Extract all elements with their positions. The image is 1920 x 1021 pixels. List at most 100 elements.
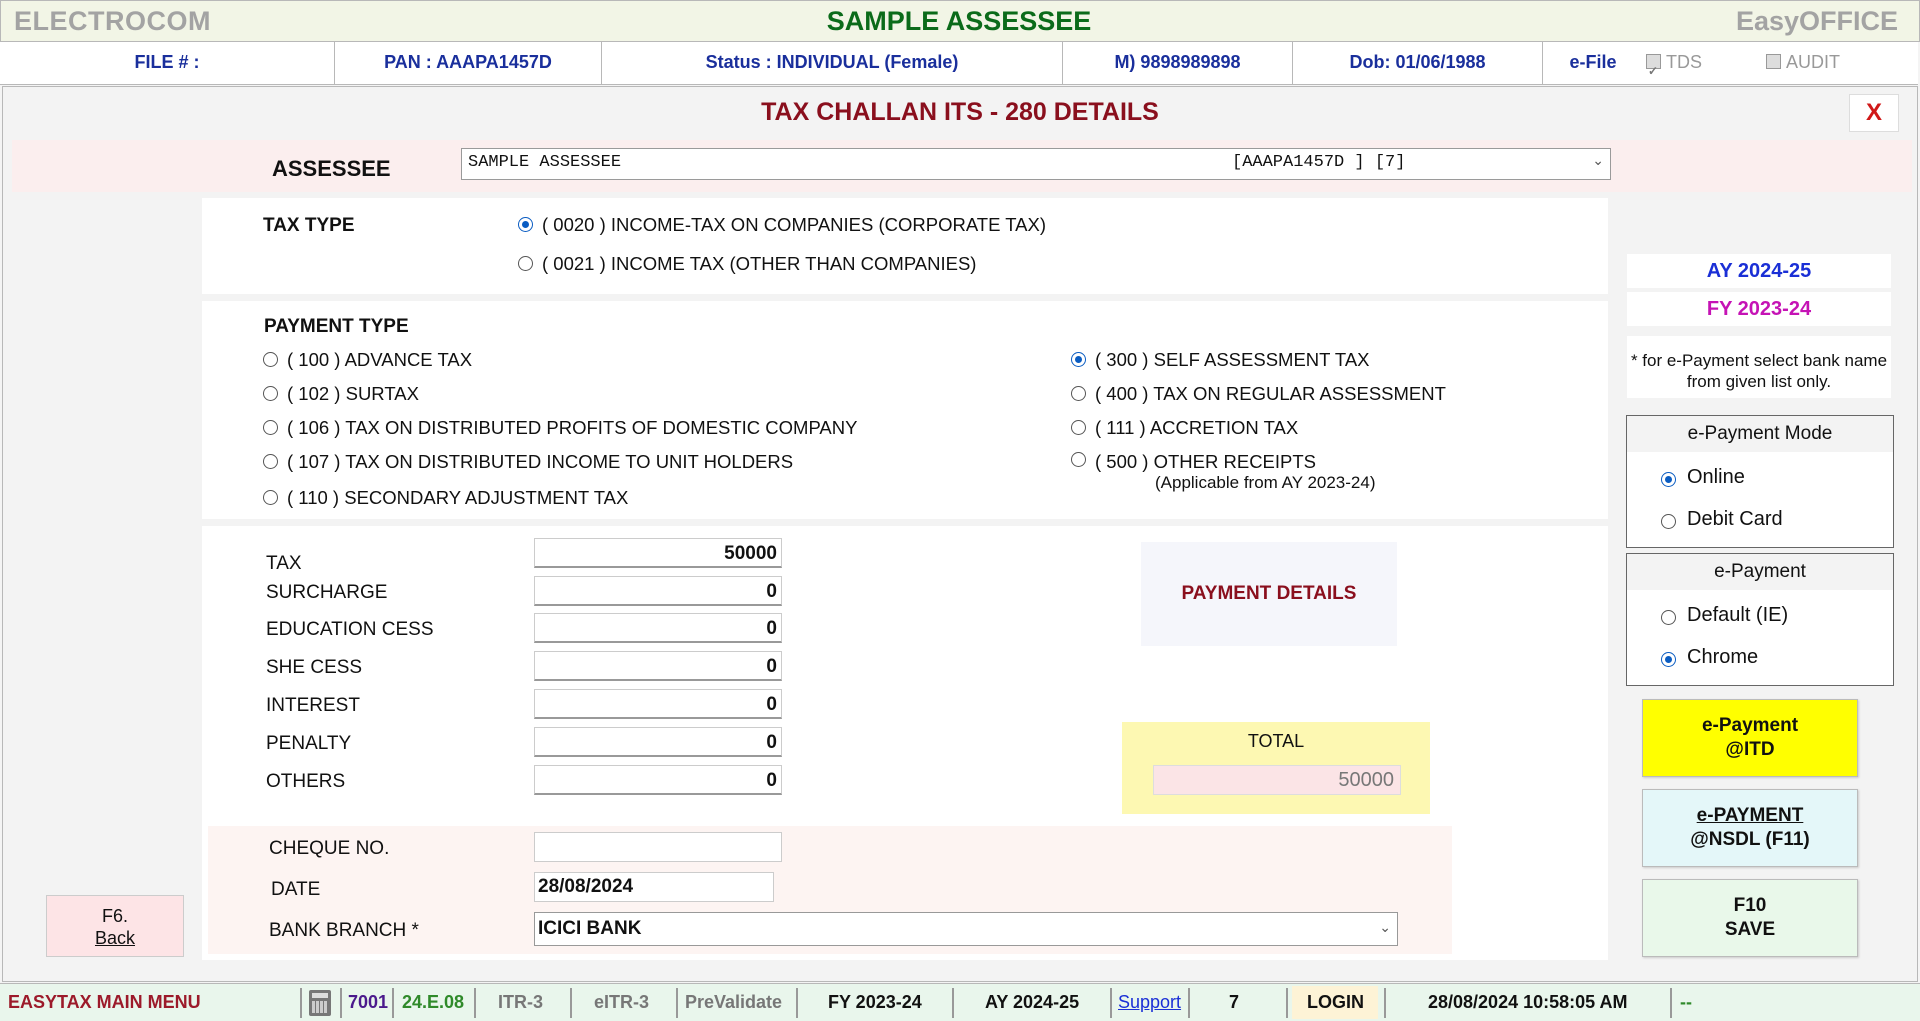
amount-label-interest: INTEREST <box>266 695 360 716</box>
save-button-key: F10 <box>1733 895 1767 916</box>
back-button[interactable]: F6. Back <box>46 895 184 957</box>
login-label: LOGIN <box>1307 992 1364 1012</box>
mode-debit-card-label[interactable]: Debit Card <box>1687 508 1783 531</box>
itr-form[interactable]: ITR-3 <box>498 984 543 1021</box>
she-cess-input[interactable]: 0 <box>534 651 782 681</box>
separator <box>340 988 342 1018</box>
status-fy: FY 2023-24 <box>828 992 922 1012</box>
epayment-mode-title: e-Payment Mode <box>1627 416 1893 452</box>
tax-type-0020-radio[interactable] <box>518 217 533 232</box>
education-cess-input[interactable]: 0 <box>534 613 782 643</box>
prevalidate-button[interactable]: PreValidate <box>685 984 782 1021</box>
tax-type-0020-label[interactable]: ( 0020 ) INCOME-TAX ON COMPANIES (CORPOR… <box>542 214 1046 236</box>
bank-branch-dropdown[interactable]: ICICI BANK ⌄ <box>534 912 1398 946</box>
back-button-key: F6. <box>101 906 128 926</box>
interest-input[interactable]: 0 <box>534 689 782 719</box>
separator <box>474 988 476 1018</box>
payment-110-radio[interactable] <box>263 490 278 505</box>
payment-107-radio[interactable] <box>263 454 278 469</box>
payment-111-radio[interactable] <box>1071 420 1086 435</box>
save-button[interactable]: F10 SAVE <box>1642 879 1858 957</box>
epayment-browser-group: e-Payment Default (IE) Chrome <box>1626 553 1894 686</box>
payment-111-label[interactable]: ( 111 ) ACCRETION TAX <box>1095 417 1298 439</box>
eitr-form[interactable]: eITR-3 <box>594 984 649 1021</box>
calculator-icon[interactable] <box>309 990 331 1016</box>
payment-500-note: (Applicable from AY 2023-24) <box>1155 473 1376 492</box>
bank-branch-label: BANK BRANCH * <box>269 920 419 941</box>
product-name: EasyOFFICE <box>1735 6 1898 36</box>
payment-100-label[interactable]: ( 100 ) ADVANCE TAX <box>287 349 472 371</box>
separator <box>1188 988 1190 1018</box>
payment-details-label: PAYMENT DETAILS <box>1181 583 1357 604</box>
total-label: TOTAL <box>1247 731 1305 751</box>
dob-info: Dob: 01/06/1988 <box>1293 42 1543 84</box>
tax-type-0021-label[interactable]: ( 0021 ) INCOME TAX (OTHER THAN COMPANIE… <box>542 253 976 275</box>
payment-106-label[interactable]: ( 106 ) TAX ON DISTRIBUTED PROFITS OF DO… <box>287 417 857 439</box>
epayment-nsdl-button[interactable]: e-PAYMENT @NSDL (F11) <box>1642 789 1858 867</box>
penalty-input[interactable]: 0 <box>534 727 782 757</box>
epayment-itd-button[interactable]: e-Payment @ITD <box>1642 699 1858 777</box>
assessee-name: SAMPLE ASSESSEE <box>468 153 622 172</box>
amount-label-education-cess: EDUCATION CESS <box>266 619 434 640</box>
total-amount: 50000 <box>1153 765 1401 795</box>
payment-102-label[interactable]: ( 102 ) SURTAX <box>287 383 419 405</box>
info-bar: FILE # : PAN : AAAPA1457D Status : INDIV… <box>0 42 1918 91</box>
others-input[interactable]: 0 <box>534 765 782 795</box>
date-label: DATE <box>271 879 321 900</box>
payment-100-radio[interactable] <box>263 352 278 367</box>
separator <box>1384 988 1386 1018</box>
back-button-label: Back <box>94 928 136 948</box>
payment-300-label[interactable]: ( 300 ) SELF ASSESSMENT TAX <box>1095 349 1370 371</box>
payment-400-label[interactable]: ( 400 ) TAX ON REGULAR ASSESSMENT <box>1095 383 1446 405</box>
surcharge-input[interactable]: 0 <box>534 576 782 606</box>
payment-107-label[interactable]: ( 107 ) TAX ON DISTRIBUTED INCOME TO UNI… <box>287 451 793 473</box>
epayment-mode-group: e-Payment Mode Online Debit Card <box>1626 415 1894 548</box>
browser-ie-radio[interactable] <box>1661 610 1676 625</box>
login-button[interactable]: LOGIN <box>1292 986 1378 1019</box>
chevron-down-icon: ⌄ <box>1379 919 1391 935</box>
mode-online-radio[interactable] <box>1661 472 1676 487</box>
date-input[interactable]: 28/08/2024 <box>534 872 774 902</box>
assessee-dropdown[interactable]: SAMPLE ASSESSEE [AAAPA1457D ] [7] ⌄ <box>461 148 1611 180</box>
epayment-itd-line2: @ITD <box>1725 739 1775 760</box>
separator <box>570 988 572 1018</box>
mobile-info: M) 9898989898 <box>1063 42 1293 84</box>
browser-ie-label[interactable]: Default (IE) <box>1687 604 1788 627</box>
main-menu-link[interactable]: EASYTAX MAIN MENU <box>8 984 201 1021</box>
status-indicator: -- <box>1680 992 1692 1012</box>
tds-checkbox[interactable]: TDS <box>1646 42 1736 91</box>
payment-102-radio[interactable] <box>263 386 278 401</box>
separator <box>1110 988 1112 1018</box>
tax-amount-input[interactable]: 50000 <box>534 538 782 568</box>
epayment-browser-title: e-Payment <box>1627 554 1893 590</box>
cheque-number-input[interactable] <box>534 832 782 862</box>
status-datetime: 28/08/2024 10:58:05 AM <box>1428 992 1628 1012</box>
epayment-nsdl-line2: @NSDL (F11) <box>1690 829 1810 850</box>
support-link[interactable]: Support <box>1118 984 1181 1021</box>
payment-110-label[interactable]: ( 110 ) SECONDARY ADJUSTMENT TAX <box>287 487 628 509</box>
amount-label-tax: TAX <box>266 553 302 574</box>
cheque-label: CHEQUE NO. <box>269 838 390 859</box>
financial-year: FY 2023-24 <box>1627 292 1891 326</box>
separator <box>952 988 954 1018</box>
mode-debit-card-radio[interactable] <box>1661 514 1676 529</box>
audit-checkbox[interactable]: AUDIT <box>1766 42 1876 84</box>
payment-400-radio[interactable] <box>1071 386 1086 401</box>
payment-500-label[interactable]: ( 500 ) OTHER RECEIPTS <box>1095 451 1316 473</box>
assessment-year: AY 2024-25 <box>1627 254 1891 288</box>
payment-106-radio[interactable] <box>263 420 278 435</box>
payment-300-radio[interactable] <box>1071 352 1086 367</box>
chevron-down-icon: ⌄ <box>1592 154 1604 170</box>
bank-branch-value: ICICI BANK <box>538 918 642 939</box>
browser-chrome-label[interactable]: Chrome <box>1687 646 1758 669</box>
tax-type-panel <box>202 198 1608 294</box>
tax-type-0021-radio[interactable] <box>518 256 533 271</box>
payment-500-radio[interactable] <box>1071 452 1086 467</box>
status-ay: AY 2024-25 <box>985 992 1080 1012</box>
pan-info: PAN : AAAPA1457D <box>335 42 602 84</box>
separator <box>392 988 394 1018</box>
amount-label-penalty: PENALTY <box>266 733 352 754</box>
close-button[interactable]: X <box>1849 94 1899 132</box>
mode-online-label[interactable]: Online <box>1687 466 1745 489</box>
browser-chrome-radio[interactable] <box>1661 652 1676 667</box>
